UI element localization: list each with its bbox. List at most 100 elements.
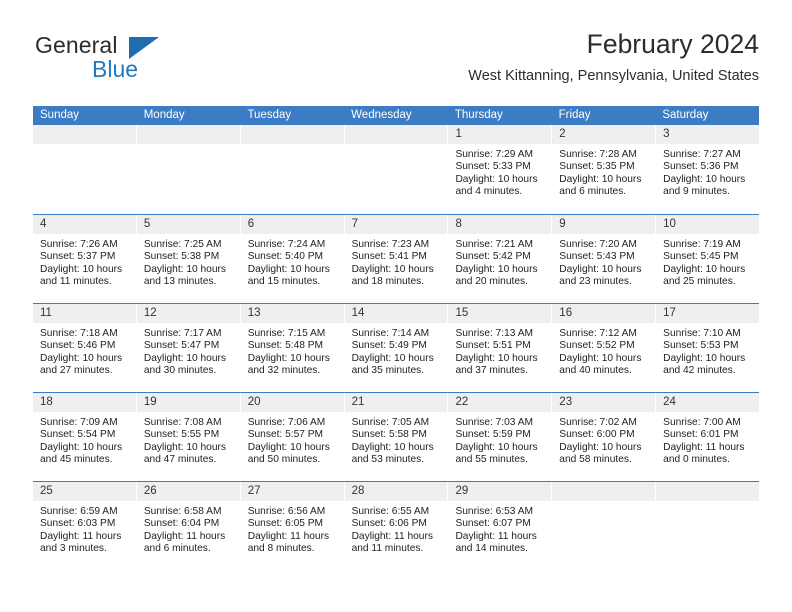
calendar-day-cell[interactable]: 2 Sunrise: 7:28 AM Sunset: 5:35 PM Daylight… (552, 125, 657, 214)
daylight-duration: Daylight: 10 hours and 13 minutes. (143, 263, 226, 288)
sunrise-time: Sunrise: 6:55 AM (351, 506, 430, 517)
day-sun-info: Sunrise: 7:20 AM Sunset: 5:43 PM Daylight:… (552, 234, 655, 289)
calendar-day-cell[interactable]: 12 Sunrise: 7:17 AM Sunset: 5:47 PM Dayligh… (136, 304, 241, 392)
day-sun-info: Sunrise: 7:25 AM Sunset: 5:38 PM Daylight:… (137, 234, 240, 289)
sunrise-time: Sunrise: 7:09 AM (40, 417, 118, 428)
daylight-duration: Daylight: 10 hours and 27 minutes. (40, 352, 123, 377)
day-number: 18 (40, 396, 53, 408)
calendar-day-cell[interactable]: 19 Sunrise: 7:08 AM Sunset: 5:55 PM Dayligh… (136, 393, 241, 481)
sunset-time: Sunset: 5:49 PM (351, 340, 427, 352)
day-sun-info: Sunrise: 7:28 AM Sunset: 5:35 PM Daylight:… (552, 144, 655, 199)
general-blue-logo[interactable]: General Blue (33, 32, 263, 94)
sunrise-time: Sunrise: 7:24 AM (247, 239, 326, 250)
day-number: 5 (143, 218, 151, 230)
day-sun-info: Sunrise: 7:15 AM Sunset: 5:48 PM Daylight:… (241, 323, 344, 378)
calendar-day-cell[interactable]: 21 Sunrise: 7:05 AM Sunset: 5:58 PM Dayligh… (344, 393, 449, 481)
daylight-duration: Daylight: 10 hours and 35 minutes. (351, 352, 434, 377)
weekday-thursday: Thursday (454, 109, 503, 121)
day-number-bar: 19 (136, 393, 240, 412)
page-title: February 2024 (586, 29, 759, 59)
sunrise-time: Sunrise: 7:00 AM (663, 417, 741, 428)
sunrise-time: Sunrise: 7:10 AM (663, 328, 741, 339)
day-number-bar: 22 (448, 393, 552, 412)
day-number: 7 (351, 218, 358, 230)
weekday-sunday: Sunday (40, 109, 80, 121)
calendar-day-cell[interactable]: 27 Sunrise: 6:56 AM Sunset: 6:05 PM Dayligh… (240, 482, 345, 570)
day-number-bar: 6 (240, 215, 344, 234)
day-sun-info: Sunrise: 7:12 AM Sunset: 5:52 PM Daylight:… (552, 323, 655, 378)
daylight-duration: Daylight: 10 hours and 53 minutes. (351, 441, 434, 466)
calendar-day-cell[interactable]: 13 Sunrise: 7:15 AM Sunset: 5:48 PM Dayligh… (240, 304, 345, 392)
day-number-bar: 28 (344, 482, 448, 501)
calendar-day-cell[interactable]: 23 Sunrise: 7:02 AM Sunset: 6:00 PM Dayligh… (552, 393, 657, 481)
sunset-time: Sunset: 6:04 PM (143, 518, 220, 530)
day-sun-info: Sunrise: 7:24 AM Sunset: 5:40 PM Daylight:… (241, 234, 344, 289)
day-number-bar (656, 482, 760, 501)
day-number: 20 (247, 396, 261, 408)
day-number-bar: 26 (136, 482, 240, 501)
calendar-day-cell[interactable]: 26 Sunrise: 6:58 AM Sunset: 6:04 PM Dayligh… (136, 482, 241, 570)
calendar-day-cell[interactable]: 16 Sunrise: 7:12 AM Sunset: 5:52 PM Dayligh… (552, 304, 657, 392)
sunrise-time: Sunrise: 7:05 AM (351, 417, 430, 428)
calendar-day-cell[interactable]: 8 Sunrise: 7:21 AM Sunset: 5:42 PM Daylight… (448, 215, 553, 303)
calendar-day-cell[interactable]: 15 Sunrise: 7:13 AM Sunset: 5:51 PM Dayligh… (448, 304, 553, 392)
day-number-bar: 16 (552, 304, 656, 323)
day-sun-info: Sunrise: 6:53 AM Sunset: 6:07 PM Daylight:… (448, 501, 551, 556)
day-number-bar (552, 482, 656, 501)
day-number-bar: 24 (656, 393, 760, 412)
day-sun-info: Sunrise: 6:59 AM Sunset: 6:03 PM Daylight:… (33, 501, 136, 556)
calendar-day-cell[interactable]: 22 Sunrise: 7:03 AM Sunset: 5:59 PM Dayligh… (448, 393, 553, 481)
calendar-day-cell[interactable]: 29 Sunrise: 6:53 AM Sunset: 6:07 PM Dayligh… (448, 482, 553, 570)
day-number-bar: 17 (656, 304, 760, 323)
daylight-duration: Daylight: 10 hours and 20 minutes. (455, 263, 538, 288)
daylight-duration: Daylight: 10 hours and 30 minutes. (143, 352, 226, 377)
sunset-time: Sunset: 5:52 PM (559, 340, 635, 352)
calendar-day-cell[interactable]: 14 Sunrise: 7:14 AM Sunset: 5:49 PM Dayligh… (344, 304, 449, 392)
day-number: 16 (559, 307, 573, 319)
day-sun-info: Sunrise: 7:03 AM Sunset: 5:59 PM Daylight:… (448, 412, 551, 467)
calendar-day-cell[interactable]: 10 Sunrise: 7:19 AM Sunset: 5:45 PM Dayligh… (656, 215, 760, 303)
calendar-day-cell[interactable]: 6 Sunrise: 7:24 AM Sunset: 5:40 PM Daylight… (240, 215, 345, 303)
day-number-bar (33, 125, 136, 144)
calendar-day-cell[interactable]: 24 Sunrise: 7:00 AM Sunset: 6:01 PM Dayligh… (656, 393, 760, 481)
day-number: 23 (559, 396, 573, 408)
sunset-time: Sunset: 5:47 PM (143, 340, 220, 352)
day-number-bar: 15 (448, 304, 552, 323)
day-sun-info: Sunrise: 7:27 AM Sunset: 5:36 PM Daylight:… (656, 144, 759, 199)
calendar-day-cell[interactable]: 9 Sunrise: 7:20 AM Sunset: 5:43 PM Daylight… (552, 215, 657, 303)
calendar-day-cell[interactable]: 25 Sunrise: 6:59 AM Sunset: 6:03 PM Dayligh… (33, 482, 137, 570)
sunrise-time: Sunrise: 7:26 AM (40, 239, 118, 250)
daylight-duration: Daylight: 10 hours and 37 minutes. (455, 352, 538, 377)
day-sun-info: Sunrise: 7:21 AM Sunset: 5:42 PM Daylight:… (448, 234, 551, 289)
calendar-day-cell[interactable]: 17 Sunrise: 7:10 AM Sunset: 5:53 PM Dayligh… (656, 304, 760, 392)
day-sun-info: Sunrise: 7:10 AM Sunset: 5:53 PM Daylight:… (656, 323, 759, 378)
daylight-duration: Daylight: 11 hours and 8 minutes. (247, 530, 330, 555)
sunset-time: Sunset: 5:37 PM (40, 251, 116, 263)
day-number-bar: 21 (344, 393, 448, 412)
calendar-day-cell[interactable]: 7 Sunrise: 7:23 AM Sunset: 5:41 PM Daylight… (344, 215, 449, 303)
page-subtitle: West Kittanning, Pennsylvania, United St… (468, 68, 759, 84)
brand-name-general: General (35, 32, 118, 58)
calendar-day-cell[interactable]: 20 Sunrise: 7:06 AM Sunset: 5:57 PM Dayligh… (240, 393, 345, 481)
weekday-header-row: Sunday Monday Tuesday Wednesday Thursday… (33, 106, 759, 125)
calendar-day-cell[interactable]: 18 Sunrise: 7:09 AM Sunset: 5:54 PM Dayligh… (33, 393, 137, 481)
calendar-week-row: 25 Sunrise: 6:59 AM Sunset: 6:03 PM Dayligh… (33, 481, 760, 570)
calendar-day-cell[interactable]: 3 Sunrise: 7:27 AM Sunset: 5:36 PM Daylight… (656, 125, 760, 214)
day-number: 6 (247, 218, 255, 230)
day-number: 4 (40, 218, 47, 230)
calendar-day-cell[interactable]: 5 Sunrise: 7:25 AM Sunset: 5:38 PM Daylight… (136, 215, 241, 303)
day-number-bar (344, 125, 448, 144)
day-number: 24 (663, 396, 676, 408)
calendar-day-cell[interactable]: 11 Sunrise: 7:18 AM Sunset: 5:46 PM Dayligh… (33, 304, 137, 392)
daylight-duration: Daylight: 10 hours and 4 minutes. (455, 173, 538, 198)
day-sun-info: Sunrise: 7:29 AM Sunset: 5:33 PM Daylight:… (448, 144, 551, 199)
day-number: 15 (455, 307, 469, 319)
sunrise-time: Sunrise: 7:15 AM (247, 328, 326, 339)
sunrise-time: Sunrise: 7:27 AM (663, 149, 741, 160)
day-sun-info: Sunrise: 7:05 AM Sunset: 5:58 PM Daylight:… (345, 412, 448, 467)
day-number: 13 (247, 307, 261, 319)
calendar-page: General Blue February 2024 West Kittanni… (0, 0, 792, 612)
calendar-day-cell[interactable]: 1 Sunrise: 7:29 AM Sunset: 5:33 PM Daylight… (448, 125, 553, 214)
calendar-day-cell[interactable]: 28 Sunrise: 6:55 AM Sunset: 6:06 PM Dayligh… (344, 482, 449, 570)
calendar-day-cell[interactable]: 4 Sunrise: 7:26 AM Sunset: 5:37 PM Daylight… (33, 215, 137, 303)
